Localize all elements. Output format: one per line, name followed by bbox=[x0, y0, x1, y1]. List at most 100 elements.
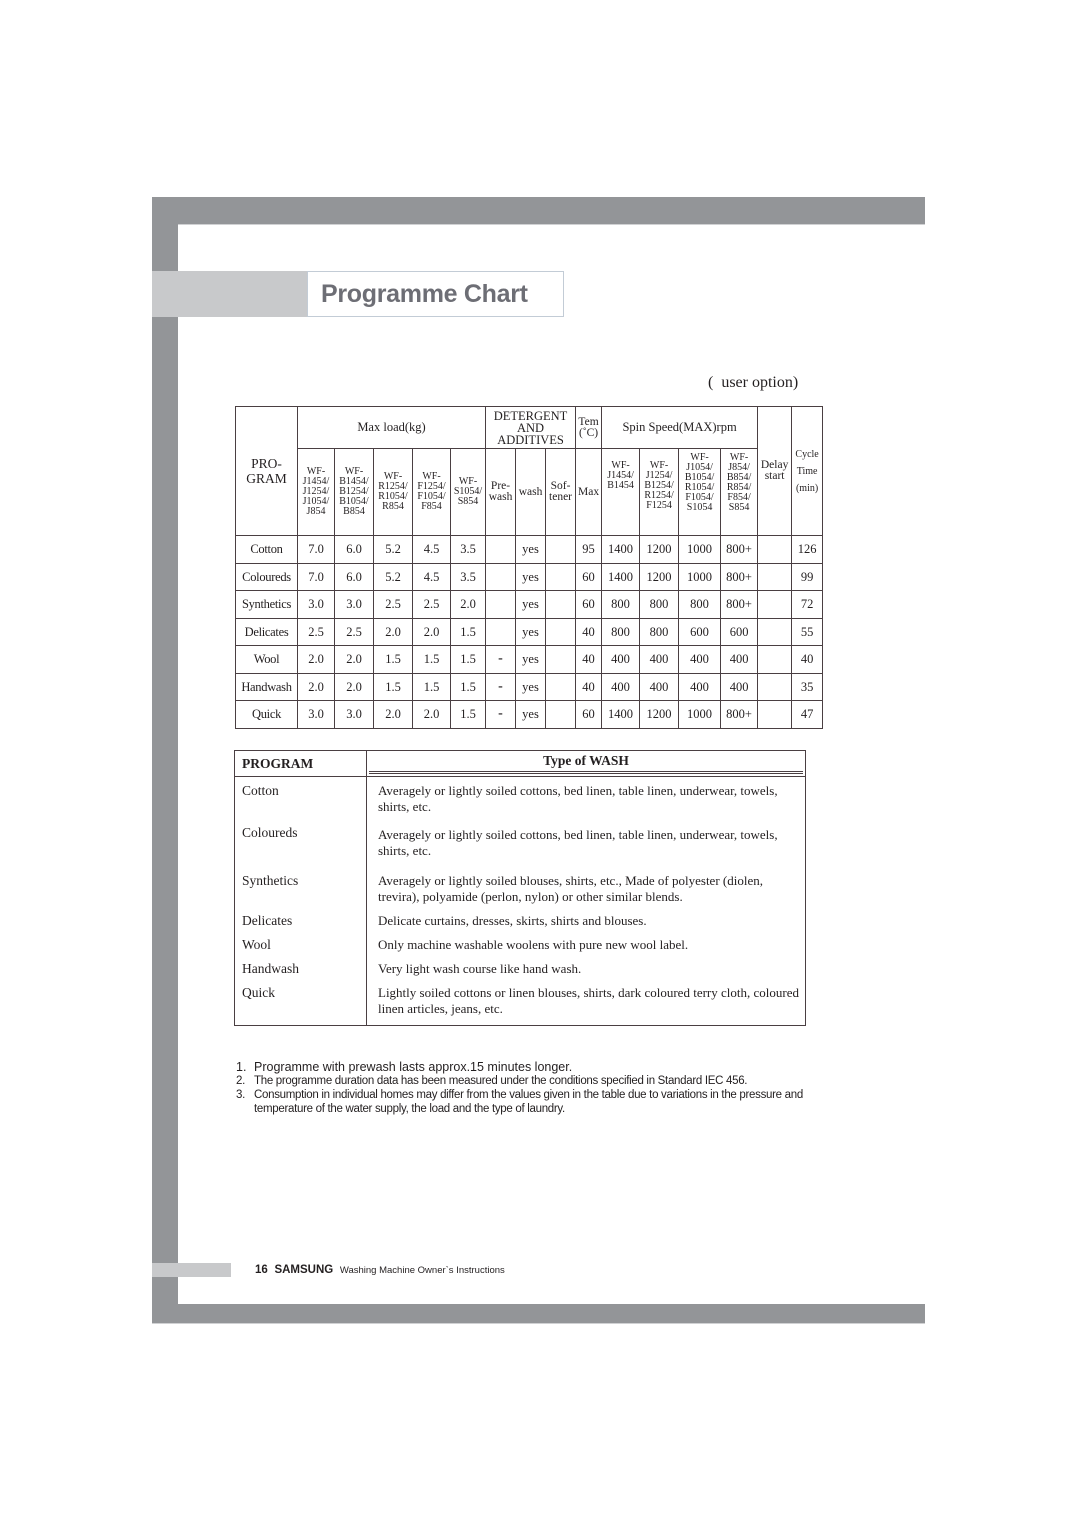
wash-row: Delicates Delicate curtains, dresses, ski… bbox=[234, 905, 806, 929]
max-load-value: 3.0 bbox=[334, 590, 374, 619]
programme-row: Handwash 2.0 2.0 1.5 1.5 1.5- yes 40 400 400 400 40… bbox=[235, 672, 824, 701]
temperature-value: 60 bbox=[575, 700, 603, 729]
note-text: The programme duration data has been mea… bbox=[254, 1075, 748, 1087]
spin-speed-value: 400 bbox=[639, 645, 680, 674]
max-load-value: 2.0 bbox=[449, 590, 487, 619]
spin-speed-value: 1400 bbox=[601, 562, 641, 591]
header-prewash-label: Pre- wash bbox=[488, 480, 513, 503]
spin-speed-value: 400 bbox=[601, 645, 641, 674]
wash-program-name: Coloureds bbox=[234, 815, 367, 859]
cycle-time-value: 55 bbox=[791, 617, 824, 646]
wash-value: yes bbox=[515, 535, 547, 564]
header-wash: wash bbox=[515, 448, 547, 536]
wash-program-name: Cotton bbox=[234, 776, 367, 815]
max-load-value: 2.5 bbox=[373, 590, 413, 619]
spin-speed-value: 800+ bbox=[720, 700, 759, 729]
max-load-value: 2.0 bbox=[334, 645, 374, 674]
wash-header-program: PROGRAM bbox=[234, 750, 367, 777]
wash-value: yes bbox=[515, 617, 547, 646]
program-name: Handwash bbox=[235, 672, 298, 701]
max-load-value: 2.0 bbox=[412, 617, 451, 646]
max-load-value: 1.5 bbox=[412, 672, 451, 701]
spin-speed-value: 400 bbox=[678, 672, 722, 701]
spin-speed-value: 1200 bbox=[639, 562, 680, 591]
softener-value bbox=[545, 535, 577, 564]
program-name: Wool bbox=[235, 645, 298, 674]
max-load-value: 1.5 bbox=[373, 672, 413, 701]
header-load-model-3: WF- R1254/ R1054/ R854 bbox=[373, 448, 413, 536]
max-load-value: 1.5 bbox=[449, 700, 487, 729]
delay-start-value bbox=[757, 672, 793, 701]
header-delay-start: Delay start bbox=[757, 406, 793, 536]
max-load-value: 6.0 bbox=[334, 535, 374, 564]
max-load-value: 4.5 bbox=[412, 535, 451, 564]
softener-value bbox=[545, 590, 577, 619]
wash-type-table: PROGRAM Type of WASH Cotton Averagely or … bbox=[234, 750, 806, 1026]
cycle-time-value: 72 bbox=[791, 590, 824, 619]
wash-description: Delicate curtains, dresses, skirts, shir… bbox=[378, 913, 647, 928]
wash-row: Handwash Very light wash course like hand… bbox=[234, 953, 806, 977]
header-spin-model-3: WF- J1054/ B1054/ R1054/ F1054/ S1054 bbox=[678, 448, 722, 536]
program-name: Quick bbox=[235, 700, 298, 729]
wash-value: yes bbox=[515, 700, 547, 729]
header-max-load: Max load(kg) bbox=[296, 406, 487, 449]
cycle-time-value: 47 bbox=[791, 700, 824, 729]
wash-description: Averagely or lightly soiled cottons, bed… bbox=[378, 783, 778, 814]
wash-description: Lightly soiled cottons or linen blouses,… bbox=[378, 985, 799, 1016]
cycle-time-value: 126 bbox=[791, 535, 824, 564]
header-spin-model-4: WF- J854/ B854/ R854/ F854/ S854 bbox=[720, 448, 759, 536]
spin-speed-value: 1400 bbox=[601, 535, 641, 564]
cycle-time-value: 35 bbox=[791, 672, 824, 701]
spin-speed-value: 600 bbox=[678, 617, 722, 646]
spin-speed-value: 800 bbox=[601, 590, 641, 619]
load-model-label: WF- B1454/ B1254/ B1054/ B854 bbox=[339, 466, 369, 517]
softener-value bbox=[545, 700, 577, 729]
max-load-value: 2.5 bbox=[297, 617, 335, 646]
max-load-value: 2.0 bbox=[297, 672, 335, 701]
brand-name: SAMSUNG bbox=[274, 1264, 334, 1276]
max-load-value: 1.5 bbox=[412, 645, 451, 674]
wash-row: Synthetics Averagely or lightly soiled bl… bbox=[234, 859, 806, 905]
header-program-label: PRO- GRAM bbox=[246, 456, 287, 486]
temperature-value: 60 bbox=[575, 590, 603, 619]
spin-model-label: WF- J1054/ B1054/ R1054/ F1054/ S1054 bbox=[684, 452, 715, 513]
header-load-model-4: WF- F1254/ F1054/ F854 bbox=[412, 448, 451, 536]
max-load-value: 2.0 bbox=[373, 617, 413, 646]
temperature-value: 95 bbox=[575, 535, 603, 564]
spin-model-label: WF- J854/ B854/ R854/ F854/ S854 bbox=[726, 452, 752, 513]
max-load-value: 1.5 bbox=[449, 617, 487, 646]
spin-speed-value: 600 bbox=[720, 617, 759, 646]
wash-program-name: Synthetics bbox=[234, 859, 367, 905]
wash-row: Quick Lightly soiled cottons or linen blo… bbox=[234, 977, 806, 1026]
note-number: 2. bbox=[236, 1075, 245, 1087]
notes-list: 1. Programme with prewash lasts approx.1… bbox=[236, 1060, 816, 1116]
footer-accent-tab bbox=[152, 1263, 231, 1277]
note-item: 3. Consumption in individual homes may d… bbox=[236, 1088, 816, 1116]
page-footer: 16 SAMSUNG Washing Machine Owner`s Instr… bbox=[255, 1264, 505, 1276]
temperature-value: 40 bbox=[575, 645, 603, 674]
load-model-label: WF- R1254/ R1054/ R854 bbox=[378, 471, 408, 512]
footer-text: Washing Machine Owner`s Instructions bbox=[339, 1265, 505, 1276]
max-load-value: 5.2 bbox=[373, 562, 413, 591]
spin-speed-value: 1000 bbox=[678, 535, 722, 564]
max-load-value: 7.0 bbox=[297, 535, 335, 564]
max-load-value: 1.5 bbox=[449, 672, 487, 701]
programme-table: PRO- GRAM Max load(kg) DETERGENT AND ADD… bbox=[235, 406, 824, 729]
header-spin-speed: Spin Speed(MAX)rpm bbox=[601, 406, 759, 449]
delay-start-value bbox=[757, 590, 793, 619]
spin-speed-value: 800 bbox=[678, 590, 722, 619]
cycle-time-value: 40 bbox=[791, 645, 824, 674]
prewash-value bbox=[485, 535, 517, 564]
max-load-value: 1.5 bbox=[449, 645, 487, 674]
programme-row: Delicates 2.5 2.5 2.0 2.0 1.5 yes 40 800 800 600 60… bbox=[235, 617, 824, 646]
max-load-value: 2.5 bbox=[334, 617, 374, 646]
spin-speed-value: 800 bbox=[639, 617, 680, 646]
temperature-value: 40 bbox=[575, 672, 603, 701]
programme-row: Wool 2.0 2.0 1.5 1.5 1.5- yes 40 400 400 400 400 40 bbox=[235, 645, 824, 674]
note-text: Programme with prewash lasts approx.15 m… bbox=[254, 1060, 573, 1074]
cycle-time-value: 99 bbox=[791, 562, 824, 591]
page-frame-top-bar bbox=[152, 197, 925, 225]
program-name: Cotton bbox=[235, 535, 298, 564]
wash-program-name: Quick bbox=[234, 977, 367, 1026]
header-cycle-time: Cycle Time (min) bbox=[791, 406, 824, 536]
